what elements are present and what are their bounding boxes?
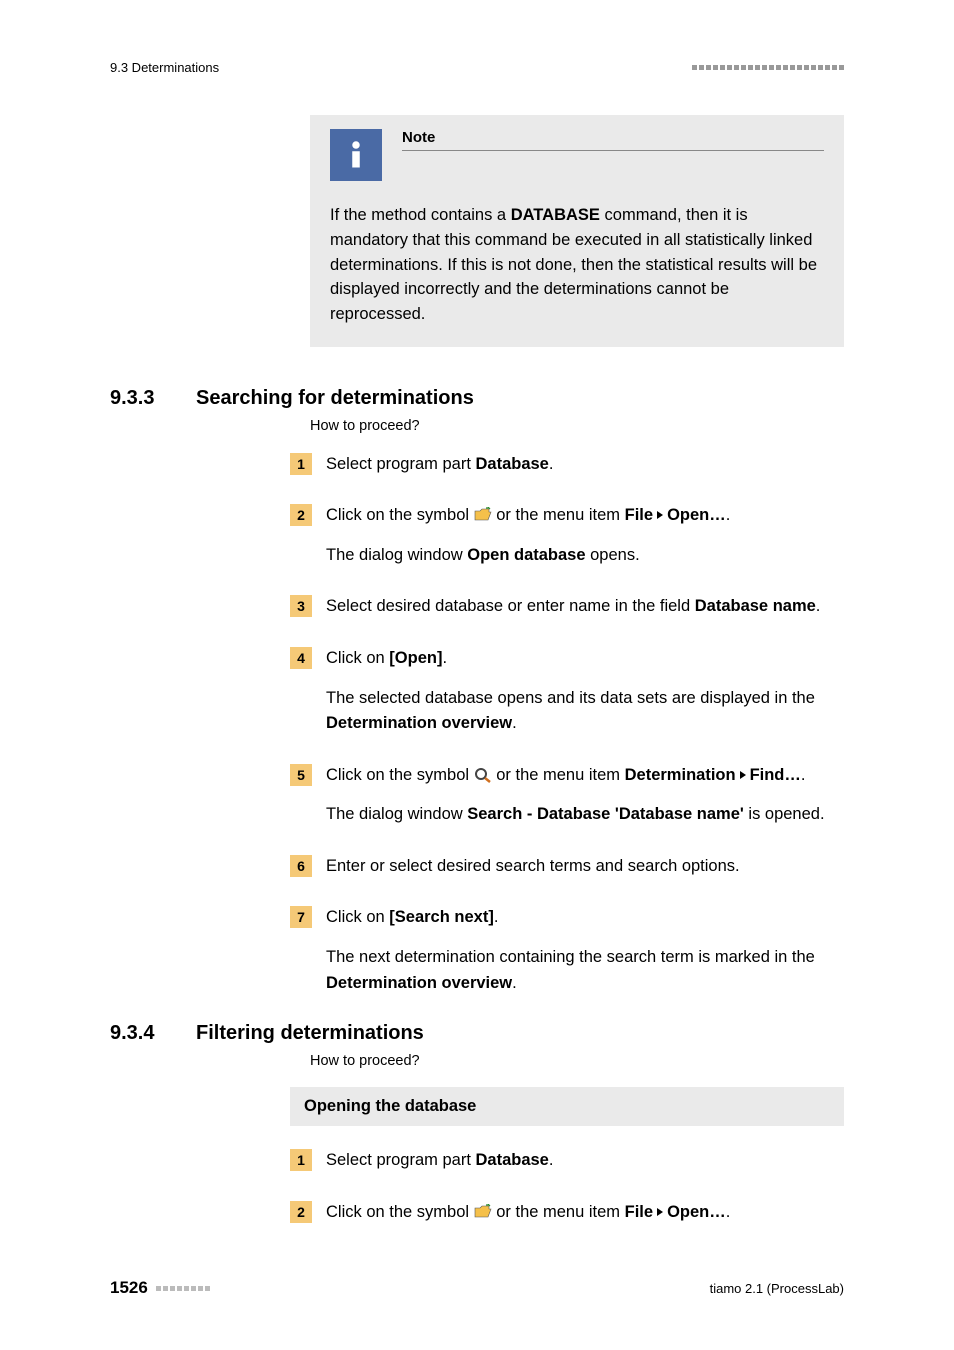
step-7: 7 Click on [Search next]. The next deter… — [290, 905, 844, 996]
step-4: 4 Click on [Open]. The selected database… — [290, 646, 844, 737]
note-box: Note If the method contains a DATABASE c… — [310, 115, 844, 347]
menu-arrow-icon — [657, 511, 663, 519]
page-footer: 1526 tiamo 2.1 (ProcessLab) — [110, 1278, 844, 1298]
section-933-steps: 1 Select program part Database. 2 Click … — [290, 452, 844, 996]
section-933-heading: 9.3.3 Searching for determinations — [110, 387, 844, 410]
note-body: If the method contains a DATABASE comman… — [310, 181, 824, 327]
step-number: 1 — [290, 453, 312, 475]
step-number: 2 — [290, 504, 312, 526]
step-6: 6 Enter or select desired search terms a… — [290, 854, 844, 880]
header-section-label: 9.3 Determinations — [110, 60, 219, 75]
menu-arrow-icon — [657, 1208, 663, 1216]
how-to-proceed: How to proceed? — [310, 1053, 844, 1069]
footer-product-label: tiamo 2.1 (ProcessLab) — [710, 1281, 844, 1296]
step-number: 3 — [290, 595, 312, 617]
step-1: 1 Select program part Database. — [290, 1148, 844, 1174]
section-934-steps: 1 Select program part Database. 2 Click … — [290, 1148, 844, 1225]
menu-arrow-icon — [740, 771, 746, 779]
step-number: 2 — [290, 1201, 312, 1223]
step-3: 3 Select desired database or enter name … — [290, 594, 844, 620]
step-2: 2 Click on the symbol or the menu item F… — [290, 503, 844, 568]
info-icon — [330, 129, 382, 181]
step-2: 2 Click on the symbol or the menu item F… — [290, 1200, 844, 1226]
step-number: 6 — [290, 855, 312, 877]
step-number: 7 — [290, 906, 312, 928]
sub-heading-opening-database: Opening the database — [290, 1087, 844, 1126]
footer-decoration — [156, 1286, 210, 1291]
how-to-proceed: How to proceed? — [310, 418, 844, 434]
header-decoration — [692, 65, 844, 70]
step-5: 5 Click on the symbol or the menu item D… — [290, 763, 844, 828]
search-icon — [474, 766, 492, 782]
page-header: 9.3 Determinations — [110, 60, 844, 75]
page-number: 1526 — [110, 1278, 148, 1298]
step-1: 1 Select program part Database. — [290, 452, 844, 478]
step-number: 4 — [290, 647, 312, 669]
note-title: Note — [402, 129, 824, 151]
open-folder-icon — [474, 1203, 492, 1219]
step-number: 5 — [290, 764, 312, 786]
section-934-heading: 9.3.4 Filtering determinations — [110, 1022, 844, 1045]
step-number: 1 — [290, 1149, 312, 1171]
open-folder-icon — [474, 506, 492, 522]
